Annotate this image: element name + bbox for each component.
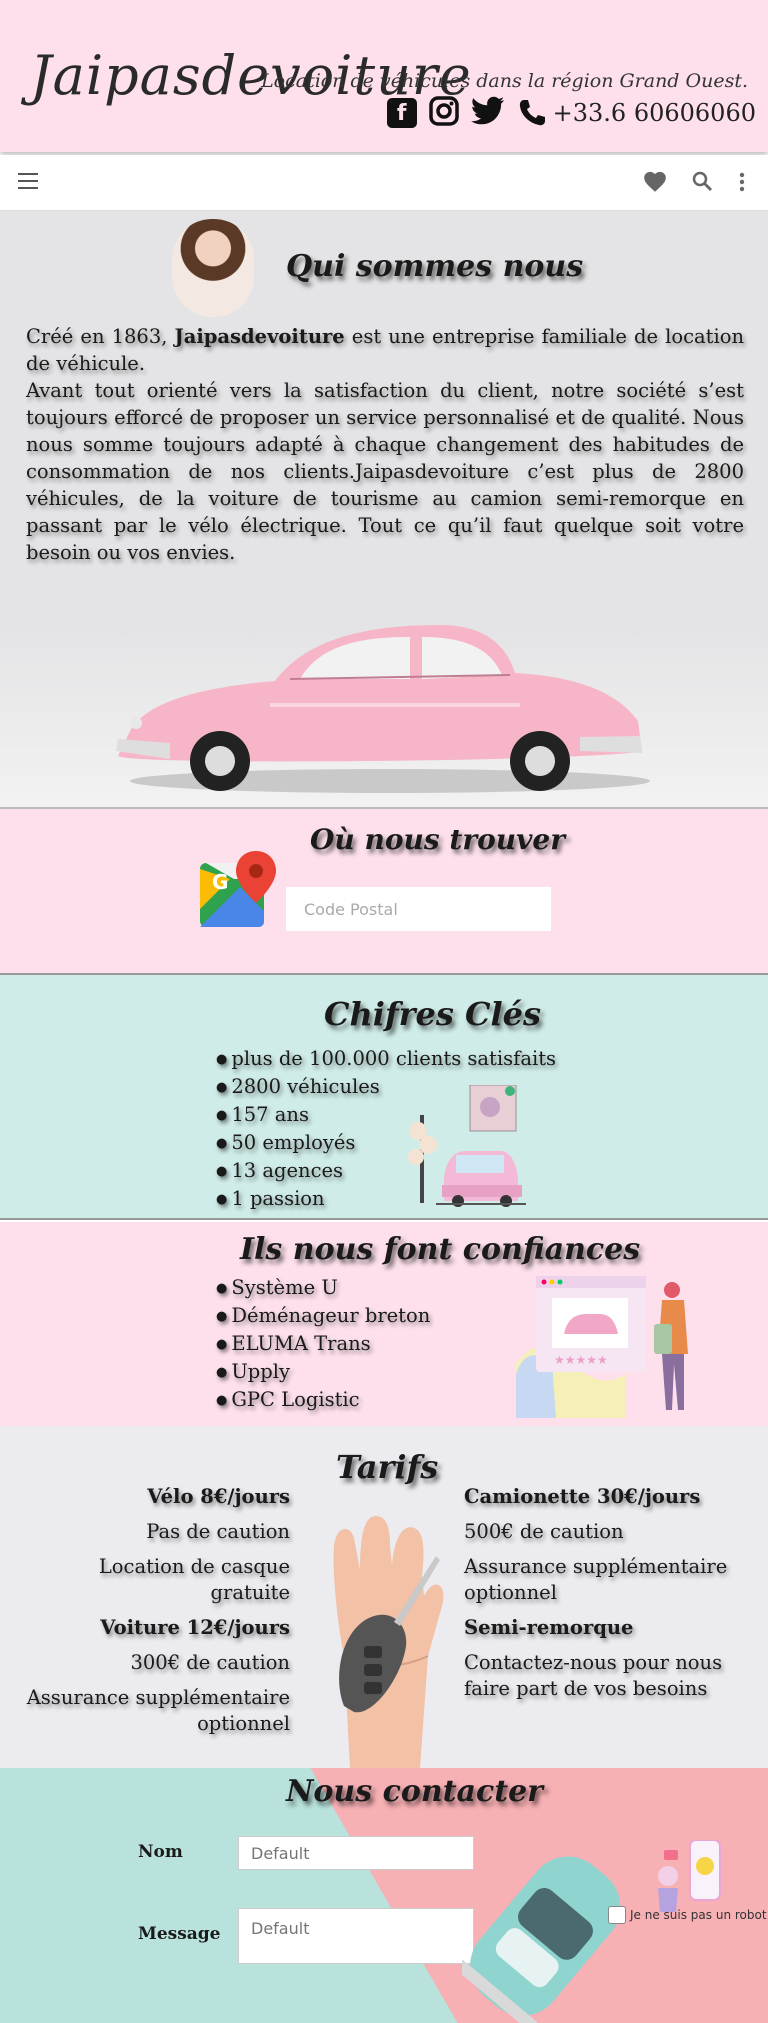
contact-row: f +33.6 60606060 (386, 96, 756, 130)
key-figures-title: Chifres Clés (324, 995, 542, 1033)
pricing-title: Tarifs (336, 1448, 439, 1486)
hand-with-key-image (333, 1516, 444, 1768)
search-icon[interactable] (690, 169, 718, 197)
about-section: Qui sommes nous Créé en 1863, Jaipasdevo… (0, 211, 768, 807)
price-semi: Semi-remorque (464, 1616, 634, 1639)
menu-icon[interactable] (18, 173, 38, 189)
velo-extra: Location de casque gratuite (98, 1555, 290, 1604)
pricing-left-column: Vélo 8€/jours Pas de caution Location de… (16, 1484, 290, 1746)
list-item: GPC Logistic (216, 1386, 430, 1414)
clients-list: Système U Déménageur breton ELUMA Trans … (216, 1274, 430, 1414)
about-title: Qui sommes nous (286, 249, 584, 284)
twitter-icon[interactable] (470, 96, 505, 130)
review-illustration: ★★★★★ (516, 1276, 688, 1418)
facebook-icon[interactable]: f (386, 98, 417, 128)
voiture-extra: Assurance supplémentaire optionnel (26, 1686, 290, 1735)
instagram-icon[interactable] (428, 96, 459, 130)
list-item: Upply (216, 1358, 430, 1386)
blue-car-image (462, 1856, 621, 2023)
svg-text:★★★★★: ★★★★★ (554, 1353, 608, 1367)
clients-title: Ils nous font confiances (240, 1232, 641, 1267)
camionette-extra: Assurance supplémentaire optionnel (464, 1555, 728, 1604)
more-vert-icon[interactable] (736, 169, 764, 197)
phone-illustration (658, 1840, 721, 1912)
founder-photo (172, 219, 254, 317)
map-title: Où nous trouver (310, 823, 565, 856)
list-item: Système U (216, 1274, 430, 1302)
list-item: plus de 100.000 clients satisfaits (216, 1045, 556, 1073)
about-text: Créé en 1863, Jaipasdevoiture est une en… (26, 323, 744, 566)
contact-section: Nous contacter Nom Message Je ne suis pa… (0, 1768, 768, 2023)
camionette-caution: 500€ de caution (464, 1520, 624, 1543)
about-intro-brand: Jaipasdevoiture (174, 325, 345, 348)
voiture-caution: 300€ de caution (130, 1651, 290, 1674)
phone-text: +33.6 60606060 (552, 99, 756, 127)
not-robot-checkbox[interactable] (608, 1906, 626, 1924)
not-robot-label: Je ne suis pas un robot (630, 1908, 767, 1922)
map-section: Où nous trouver G (0, 807, 768, 975)
phone-icon (519, 100, 545, 126)
message-label: Message (138, 1924, 221, 1944)
list-item: Déménageur breton (216, 1302, 430, 1330)
google-maps-icon[interactable]: G (200, 849, 278, 933)
price-voiture: Voiture 12€/jours (100, 1616, 290, 1639)
name-field[interactable] (238, 1836, 474, 1870)
clients-section: Ils nous font confiances Système U Démén… (0, 1222, 768, 1426)
about-intro-before: Créé en 1863, (26, 325, 175, 348)
price-velo: Vélo 8€/jours (147, 1485, 290, 1508)
pricing-section: Tarifs Vélo 8€/jours Pas de caution Loca… (0, 1426, 768, 1768)
semi-text: Contactez-nous pour nous faire part de v… (464, 1651, 723, 1700)
top-toolbar (0, 155, 768, 211)
postal-code-input[interactable] (286, 887, 551, 931)
site-header: Jaipasdevoiture Location de véhicules da… (0, 0, 768, 152)
tagline: Location de véhicules dans la région Gra… (261, 70, 748, 92)
phone-number[interactable]: +33.6 60606060 (517, 98, 756, 128)
svg-text:G: G (212, 870, 228, 894)
name-label: Nom (138, 1842, 183, 1862)
pricing-right-column: Camionette 30€/jours 500€ de caution Ass… (464, 1484, 740, 1711)
car-map-illustration (408, 1085, 526, 1207)
key-figures-section: Chifres Clés plus de 100.000 clients sat… (0, 975, 768, 1220)
message-field[interactable] (238, 1908, 474, 1964)
list-item: ELUMA Trans (216, 1330, 430, 1358)
heart-icon[interactable] (642, 169, 670, 197)
pink-car-image (116, 625, 650, 793)
velo-caution: Pas de caution (146, 1520, 290, 1543)
contact-title: Nous contacter (286, 1774, 543, 1809)
price-camionette: Camionette 30€/jours (464, 1485, 701, 1508)
about-body: Avant tout orienté vers la satisfaction … (26, 379, 744, 564)
